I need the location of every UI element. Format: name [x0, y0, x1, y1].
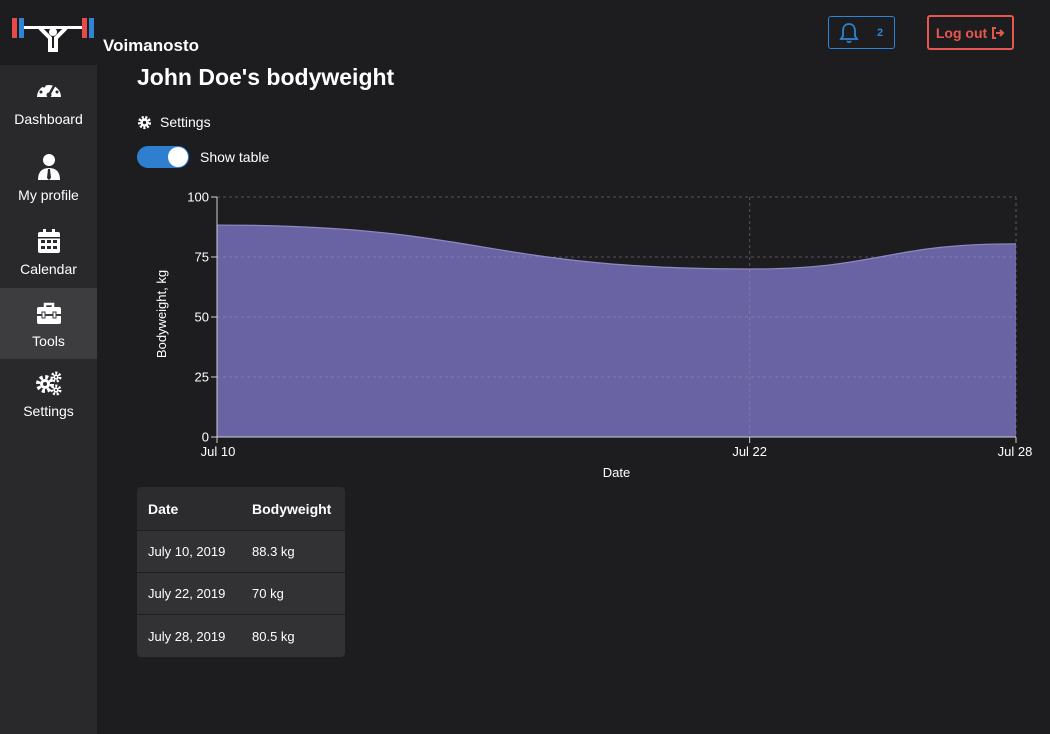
- toolbox-icon: [36, 302, 61, 324]
- y-tick-label: 25: [195, 370, 209, 385]
- cell-bodyweight: 88.3 kg: [252, 544, 295, 559]
- table-header-row: Date Bodyweight: [137, 487, 345, 531]
- sidebar-item-label: My profile: [18, 187, 79, 203]
- y-tick-label: 0: [202, 430, 209, 445]
- settings-label: Settings: [160, 114, 211, 130]
- cell-bodyweight: 70 kg: [252, 586, 284, 601]
- show-table-toggle[interactable]: [137, 146, 189, 168]
- app-logo: [12, 18, 94, 52]
- sidebar-item-my-profile[interactable]: My profile: [0, 153, 97, 203]
- x-tick-label: Jul 28: [998, 444, 1033, 459]
- x-tick-label: Jul 22: [732, 444, 767, 459]
- logout-label: Log out: [935, 24, 988, 41]
- sidebar-item-settings[interactable]: Settings: [0, 369, 97, 419]
- sign-out-icon: [992, 26, 1005, 39]
- cell-date: July 22, 2019: [148, 586, 226, 601]
- user-tie-icon: [37, 154, 60, 180]
- x-axis-label: Date: [603, 465, 630, 480]
- sidebar-item-label: Tools: [32, 332, 65, 349]
- y-axis-label: Bodyweight, kg: [154, 270, 169, 358]
- table-row: July 28, 2019 80.5 kg: [137, 615, 345, 657]
- page-title: John Doe's bodyweight: [137, 64, 395, 90]
- show-table-label: Show table: [200, 149, 270, 165]
- toggle-knob: [168, 147, 188, 167]
- notification-count: 2: [877, 26, 884, 39]
- sidebar-item-label: Settings: [23, 403, 74, 419]
- bodyweight-chart: 0 25 50 75 100 Jul 10 Jul 22 Jul 28 Date Bodyweig…: [154, 190, 1033, 481]
- calendar-icon: [37, 229, 60, 253]
- show-table-row: Show table: [137, 146, 269, 168]
- table-row: July 22, 2019 70 kg: [137, 573, 345, 615]
- column-header-bodyweight: Bodyweight: [252, 500, 332, 517]
- cogs-icon: [35, 371, 61, 396]
- app-name: Voimanosto: [103, 36, 200, 55]
- sidebar-item-label: Calendar: [20, 261, 77, 277]
- cell-date: July 28, 2019: [148, 628, 226, 644]
- cell-bodyweight: 80.5 kg: [252, 628, 295, 644]
- y-tick-label: 100: [187, 190, 209, 205]
- sidebar-item-tools[interactable]: Tools: [0, 288, 97, 359]
- notifications-button[interactable]: 2: [828, 16, 895, 49]
- sidebar-item-label: Dashboard: [14, 111, 83, 127]
- logout-button[interactable]: Log out: [927, 15, 1014, 50]
- y-tick-label: 50: [195, 310, 209, 325]
- gear-icon: [137, 115, 152, 129]
- bell-icon: [839, 22, 859, 43]
- table-row: July 10, 2019 88.3 kg: [137, 531, 345, 573]
- sidebar: Dashboard My profile Calendar Tools Sett…: [0, 65, 97, 734]
- bodyweight-table: Date Bodyweight July 10, 2019 88.3 kg Ju…: [137, 487, 345, 657]
- x-tick-label: Jul 10: [201, 444, 236, 459]
- sidebar-item-calendar[interactable]: Calendar: [0, 227, 97, 277]
- tachometer-icon: [36, 82, 61, 98]
- cell-date: July 10, 2019: [148, 544, 226, 559]
- y-tick-label: 75: [195, 250, 209, 265]
- sidebar-item-dashboard[interactable]: Dashboard: [0, 77, 97, 127]
- chart-settings-button[interactable]: Settings: [137, 114, 211, 130]
- column-header-date: Date: [148, 500, 179, 517]
